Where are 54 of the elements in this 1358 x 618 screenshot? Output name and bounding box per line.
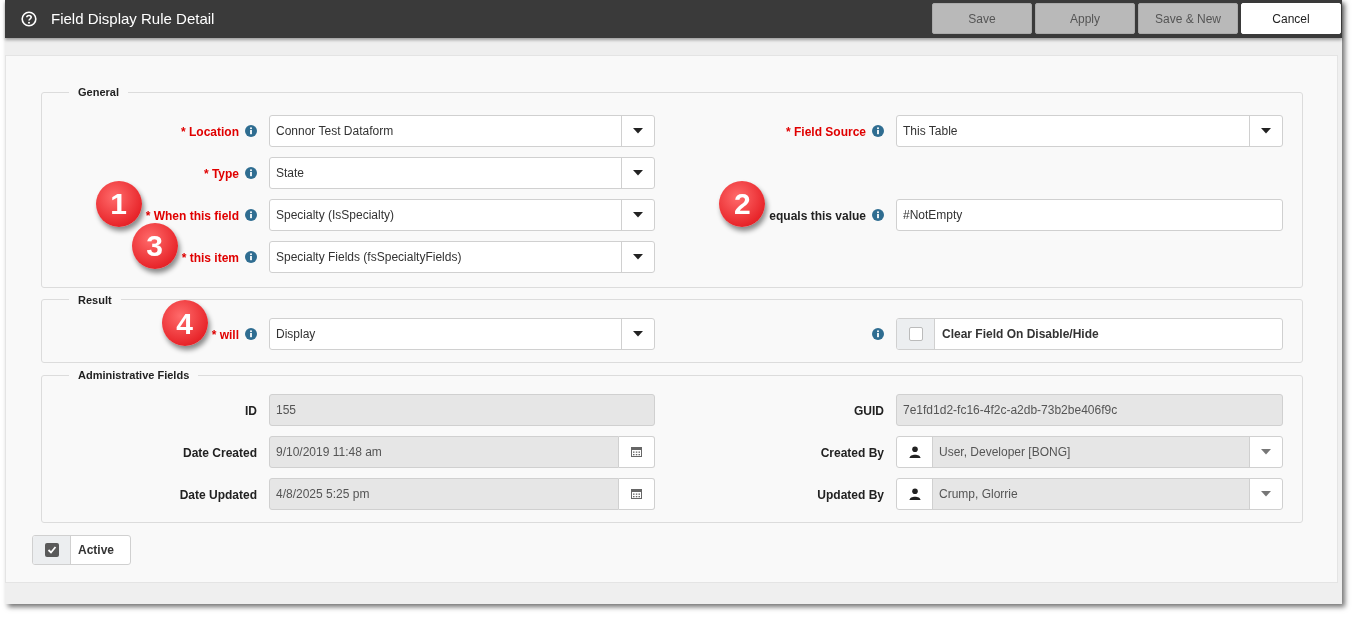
- dropdown-field[interactable]: Connor Test Dataform: [269, 114, 655, 147]
- caret-icon: [633, 169, 643, 176]
- window-title: Field Display Rule Detail: [51, 8, 215, 29]
- numbered-callout: 3: [131, 222, 178, 269]
- numbered-callout: 2: [719, 180, 766, 227]
- section-title: Result: [77, 292, 113, 308]
- dropdown-field[interactable]: Specialty (IsSpecialty): [269, 198, 655, 231]
- field-label: * Type: [203, 166, 239, 181]
- calendar-icon: [631, 446, 642, 457]
- help-icon[interactable]: [21, 11, 37, 27]
- section-title: Administrative Fields: [77, 368, 191, 383]
- field-label: Created By: [820, 445, 884, 460]
- caret-icon: [633, 331, 643, 337]
- field-label: * Field Source: [785, 124, 866, 139]
- field-label: Date Updated: [179, 487, 257, 502]
- toolbar-button[interactable]: Cancel: [1241, 3, 1341, 34]
- numbered-callout: 4: [161, 300, 208, 346]
- caret-icon: [1261, 127, 1271, 134]
- caret-icon: [633, 211, 643, 218]
- dropdown-field[interactable]: Display: [269, 318, 655, 350]
- dropdown-field[interactable]: This Table: [896, 114, 1283, 147]
- section-title: General: [77, 85, 120, 100]
- caret-icon: [1261, 448, 1271, 455]
- person-icon: [908, 445, 921, 458]
- field-label: Updated By: [817, 487, 884, 502]
- input-field: 7e1fd1d2-fc16-4f2c-a2db-73b2be406f9c: [896, 393, 1283, 426]
- calendar-button[interactable]: [619, 477, 655, 510]
- caret-icon: [633, 253, 643, 260]
- user-dropdown-field[interactable]: Crump, Glorrie: [896, 477, 1283, 510]
- caret-icon: [1261, 490, 1271, 497]
- date-field: 9/10/2019 11:48 am: [269, 435, 619, 468]
- input-field[interactable]: #NotEmpty: [896, 198, 1283, 231]
- field-label: Date Created: [182, 445, 257, 460]
- field-label: * this item: [181, 250, 239, 265]
- dropdown-field[interactable]: Specialty Fields (fsSpecialtyFields): [269, 240, 655, 273]
- checkbox[interactable]: [908, 327, 923, 341]
- caret-icon: [633, 127, 643, 134]
- field-label: ID: [245, 403, 257, 418]
- active-toggle[interactable]: Active: [32, 534, 131, 565]
- calendar-icon: [631, 488, 642, 499]
- input-field: 155: [269, 393, 655, 426]
- date-field: 4/8/2025 5:25 pm: [269, 477, 619, 510]
- dropdown-field[interactable]: State: [269, 156, 655, 189]
- person-icon: [908, 487, 921, 500]
- checkbox-field[interactable]: Clear Field On Disable/Hide: [896, 318, 1283, 350]
- field-label: * When this field: [145, 208, 239, 223]
- field-label: * Location: [181, 124, 239, 139]
- user-dropdown-field[interactable]: User, Developer [BONG]: [896, 435, 1283, 468]
- field-label: * will: [211, 328, 239, 342]
- field-label: GUID: [854, 403, 884, 418]
- numbered-callout: 1: [95, 180, 142, 227]
- calendar-button[interactable]: [619, 435, 655, 468]
- field-label: equals this value: [769, 208, 866, 223]
- checkbox[interactable]: [44, 542, 59, 557]
